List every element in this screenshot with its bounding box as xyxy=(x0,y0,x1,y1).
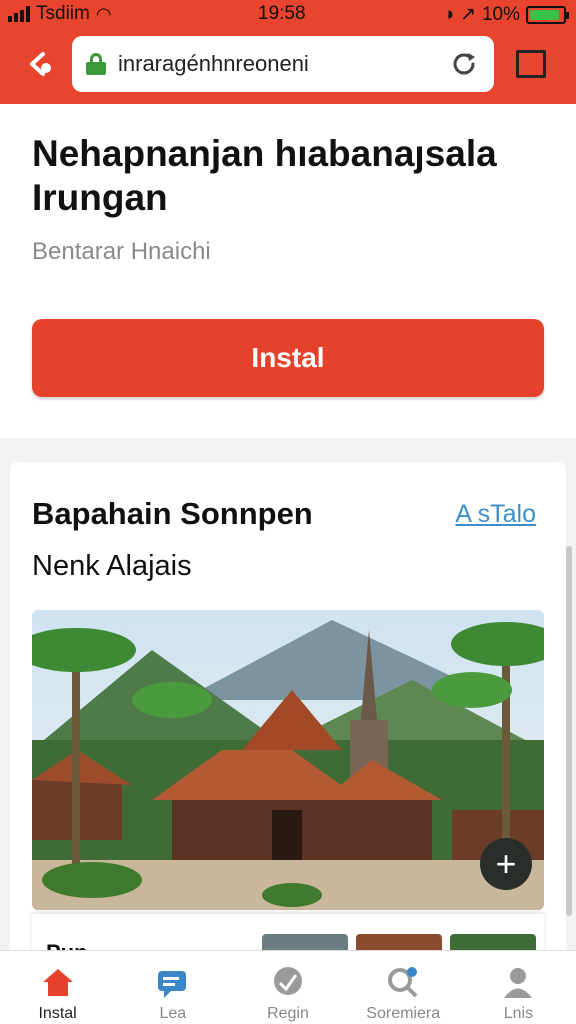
add-button[interactable]: + xyxy=(480,838,532,890)
temple-photo[interactable]: + xyxy=(32,610,544,910)
content-card: Bapahain Sonnpen A sTalo Nenk Alajais + xyxy=(10,462,566,962)
scrollbar[interactable] xyxy=(566,546,572,916)
page-title: Nehapnanjan hıabanaȷsala Irungan xyxy=(32,133,497,218)
home-icon xyxy=(42,969,73,996)
nav-label: Lnis xyxy=(503,1005,534,1022)
status-time: 19:58 xyxy=(258,3,306,24)
page-subtitle: Bentarar Hnaichi xyxy=(32,238,211,265)
location-arrow-icon: ↗ xyxy=(460,4,476,25)
section-title: Bapahain Sonnpen xyxy=(32,496,313,531)
address-bar[interactable]: inraragénhnreoneni xyxy=(72,36,494,92)
nav-item-lea[interactable]: Lea xyxy=(115,951,230,1024)
back-button[interactable] xyxy=(22,46,58,82)
app-banner: Nehapnanjan hıabanaȷsala Irungan Bentara… xyxy=(0,104,576,438)
location-icon xyxy=(274,967,302,995)
nav-label: Soremiera xyxy=(366,1005,441,1022)
alarm-icon: ◑ xyxy=(442,3,455,25)
bottom-nav: Instal Lea Regin Soremiera Lnis xyxy=(0,950,576,1024)
install-button[interactable]: Instal xyxy=(32,319,544,397)
battery-icon xyxy=(526,5,569,24)
back-arrow-icon xyxy=(30,52,51,76)
reload-button[interactable] xyxy=(448,48,480,80)
wifi-icon: ◠ xyxy=(95,3,112,24)
reload-icon xyxy=(453,53,475,75)
nav-item-soremiera[interactable]: Soremiera xyxy=(346,951,461,1024)
signal-icon xyxy=(8,6,30,22)
browser-toolbar: Tsdiim ◠ 19:58 ◑ ↗ 10% inraragénhnreonen… xyxy=(0,0,576,104)
nav-label: Lea xyxy=(159,1005,187,1022)
tabs-button[interactable] xyxy=(516,50,546,78)
nav-item-regin[interactable]: Regin xyxy=(230,951,345,1024)
status-bar: Tsdiim ◠ 19:58 ◑ ↗ 10% xyxy=(0,0,576,28)
search-icon xyxy=(388,967,418,998)
section-subtitle: Nenk Alajais xyxy=(32,550,192,582)
nav-item-install[interactable]: Instal xyxy=(0,951,115,1024)
see-all-link[interactable]: A sTalo xyxy=(455,500,536,529)
nav-label: Instal xyxy=(38,1005,77,1022)
nav-label: Regin xyxy=(267,1005,309,1022)
carrier-label: Tsdiim xyxy=(36,3,90,24)
user-icon xyxy=(504,968,533,998)
battery-percent: 10% xyxy=(481,3,520,25)
chat-icon xyxy=(157,971,186,998)
nav-item-lnis[interactable]: Lnis xyxy=(461,951,576,1024)
url-text[interactable]: inraragénhnreoneni xyxy=(118,51,448,77)
lock-icon xyxy=(86,53,106,75)
